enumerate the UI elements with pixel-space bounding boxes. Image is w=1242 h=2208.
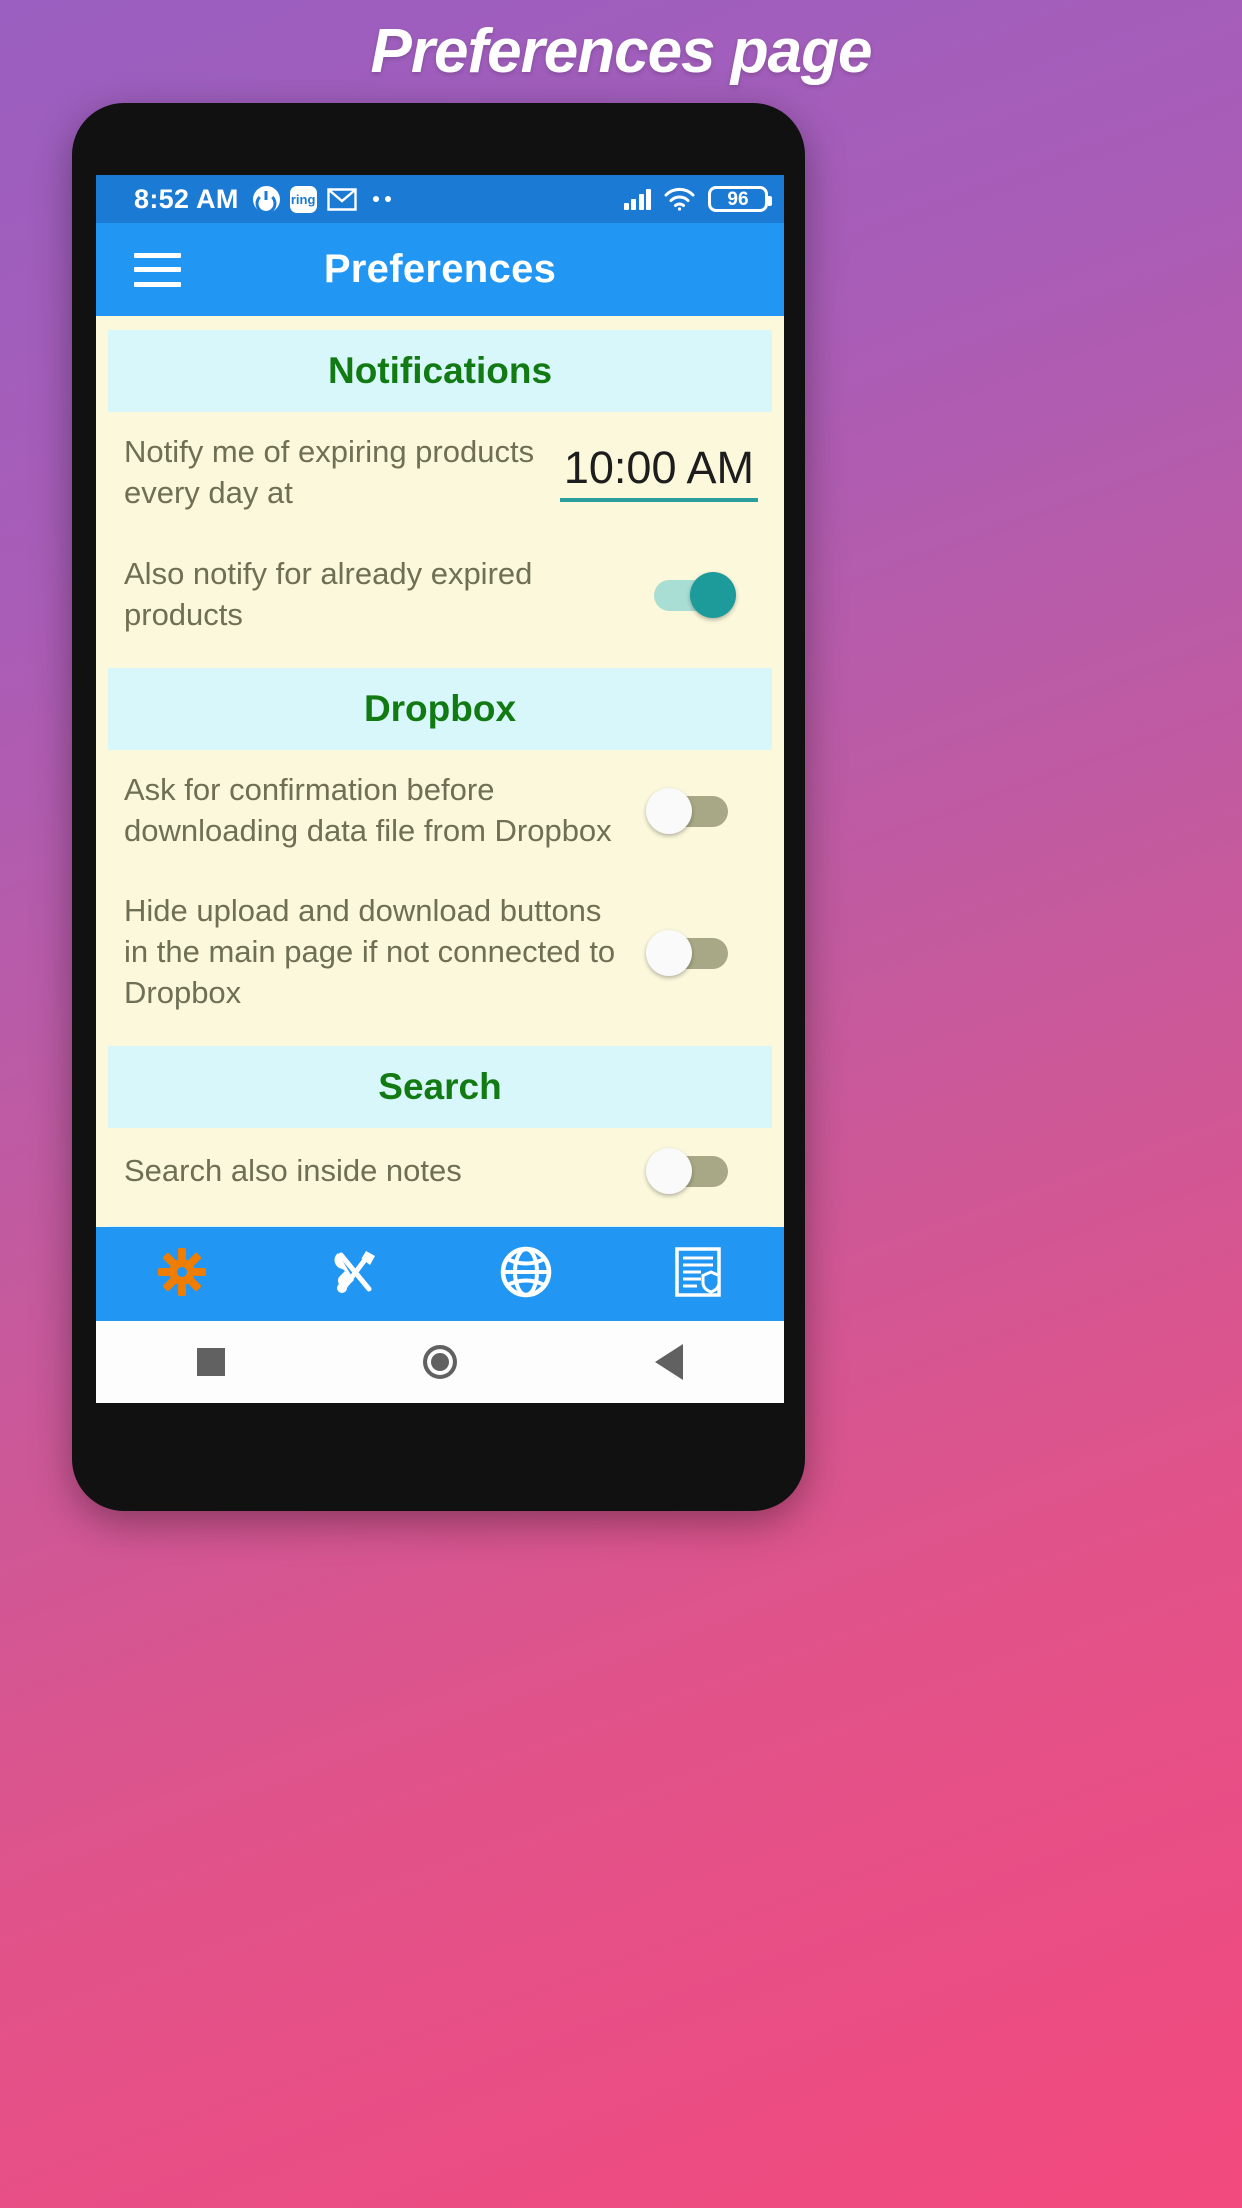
hamburger-menu-icon[interactable] — [134, 252, 181, 287]
gmail-icon — [326, 187, 357, 211]
notify-time-value[interactable]: 10:00 AM — [559, 444, 758, 502]
ring-app-icon: ring — [289, 185, 317, 213]
bottom-nav-language[interactable] — [440, 1227, 612, 1321]
pref-row-confirm-download[interactable]: Ask for confirmation before downloading … — [96, 750, 784, 872]
bottom-navigation-bar — [96, 1227, 784, 1321]
back-button[interactable] — [614, 1344, 724, 1380]
preferences-list[interactable]: Notifications Notify me of expiring prod… — [96, 316, 784, 1227]
pref-row-notify-expired[interactable]: Also notify for already expired products — [96, 534, 784, 656]
section-header-search: Search — [108, 1046, 772, 1129]
status-bar: 8:52 AM ring 96 — [96, 175, 784, 223]
pref-row-hide-buttons[interactable]: Hide upload and download buttons in the … — [96, 871, 784, 1034]
pref-label: Also notify for already expired products — [124, 555, 533, 632]
toggle-thumb — [646, 787, 692, 834]
battery-icon: 96 — [708, 186, 772, 212]
bottom-nav-license[interactable] — [612, 1227, 784, 1321]
globe-icon — [499, 1245, 553, 1304]
status-bar-system-icons: 96 — [623, 186, 772, 212]
square-icon — [196, 1348, 225, 1376]
gear-icon — [154, 1244, 210, 1305]
pref-row-notify-expiring[interactable]: Notify me of expiring products every day… — [96, 412, 784, 534]
circle-icon — [422, 1345, 457, 1379]
toggle-thumb — [646, 1148, 692, 1195]
pref-row-search-notes[interactable]: Search also inside notes — [96, 1128, 784, 1214]
status-bar-clock: 8:52 AM — [134, 183, 239, 214]
battery-level: 96 — [727, 188, 749, 210]
more-notifications-dots-icon — [372, 196, 391, 202]
certificate-icon — [673, 1245, 723, 1304]
phone-device-frame: 8:52 AM ring 96 Preferences Notification… — [72, 103, 805, 1511]
tools-icon — [327, 1245, 381, 1304]
android-system-navigation-bar — [96, 1321, 784, 1403]
pref-label: Ask for confirmation before downloading … — [124, 771, 612, 848]
pref-label: Hide upload and download buttons in the … — [124, 893, 616, 1011]
toggle-thumb — [646, 929, 692, 976]
signal-icon — [623, 188, 651, 210]
app-bar-title: Preferences — [323, 247, 557, 291]
phone-screen: 8:52 AM ring 96 Preferences Notification… — [96, 175, 784, 1403]
toggle-notify-expired[interactable] — [646, 571, 736, 618]
home-button[interactable] — [385, 1345, 495, 1379]
section-header-dropbox: Dropbox — [108, 667, 772, 750]
wifi-icon — [664, 187, 695, 211]
toggle-search-notes[interactable] — [646, 1148, 736, 1195]
toggle-thumb — [690, 571, 736, 618]
toggle-hide-buttons[interactable] — [646, 929, 736, 976]
bottom-nav-tools[interactable] — [268, 1227, 440, 1321]
pref-label: Notify me of expiring products every day… — [124, 434, 535, 510]
bottom-nav-settings[interactable] — [96, 1227, 268, 1321]
power-icon — [252, 185, 280, 213]
pref-label: Search also inside notes — [124, 1152, 462, 1188]
triangle-back-icon — [655, 1344, 684, 1380]
app-bar: Preferences — [96, 223, 784, 316]
status-bar-notification-icons: ring — [252, 185, 391, 213]
section-header-notifications: Notifications — [108, 330, 772, 412]
section-header-product-list: Product list — [108, 1226, 772, 1227]
page-title: Preferences page — [370, 17, 873, 86]
toggle-confirm-download[interactable] — [646, 787, 736, 834]
recents-button[interactable] — [156, 1348, 266, 1376]
